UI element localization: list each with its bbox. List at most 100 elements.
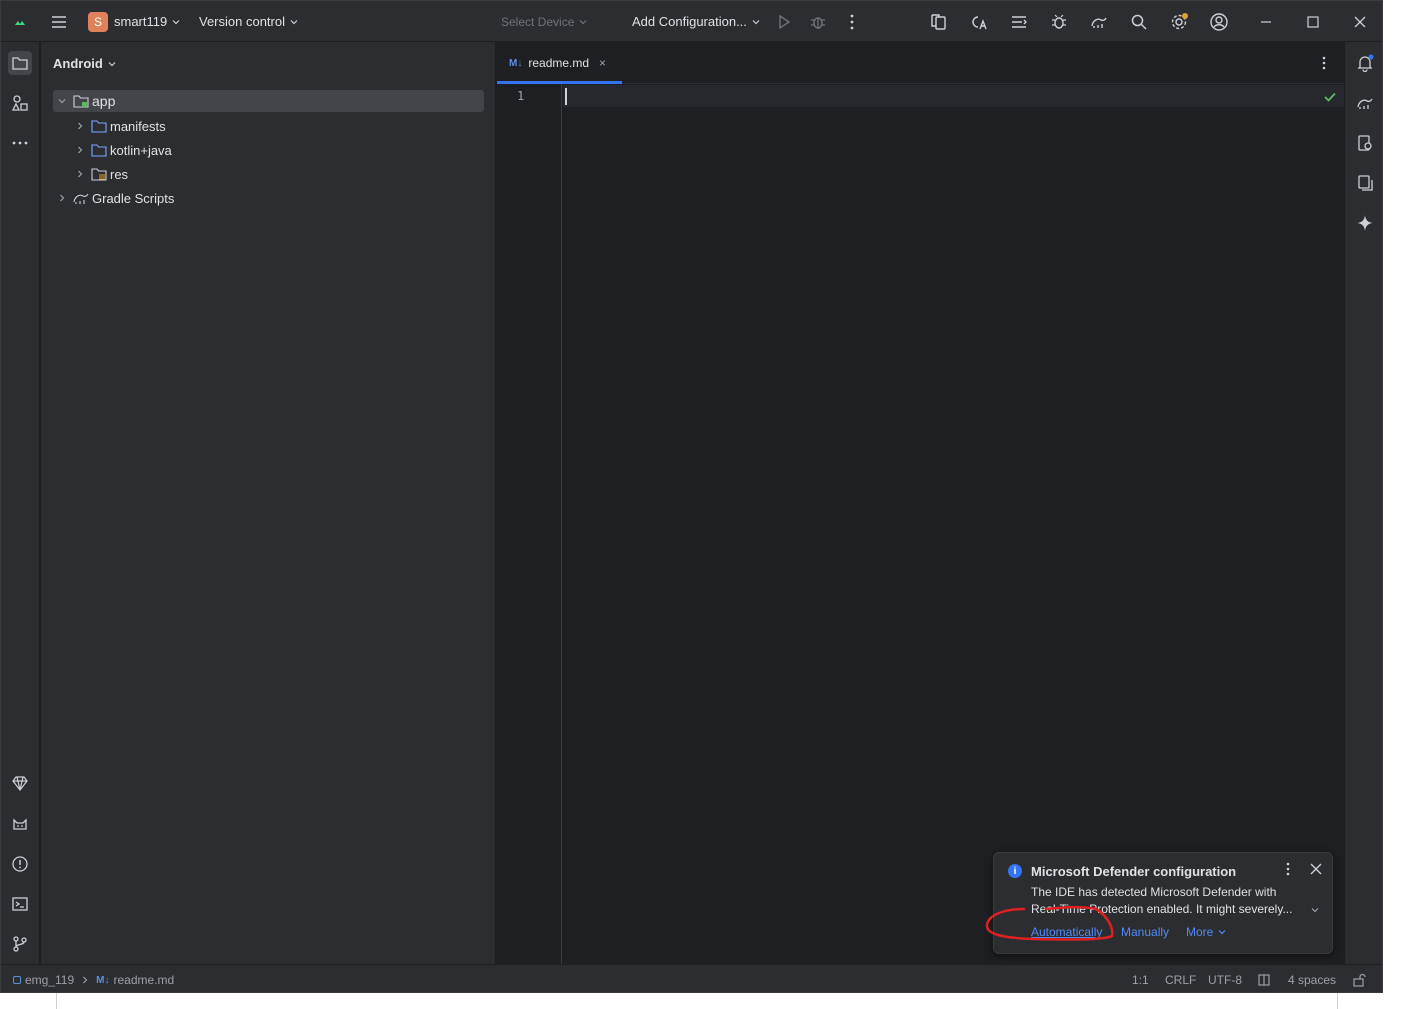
tree-item-label: Gradle Scripts	[92, 190, 175, 206]
search-icon[interactable]	[1127, 10, 1151, 34]
breadcrumb-file[interactable]: readme.md	[114, 973, 175, 987]
module-folder-icon	[73, 94, 89, 108]
main-menu-icon[interactable]	[47, 10, 71, 34]
ide-window: S smart119 Version control Select Device…	[0, 0, 1383, 993]
chevron-right-icon[interactable]	[55, 191, 69, 205]
gradle-sync-icon[interactable]	[1087, 10, 1111, 34]
run-configuration-selector[interactable]: Add Configuration...	[632, 1, 760, 42]
left-tool-stripe	[1, 42, 40, 964]
version-control-label: Version control	[199, 14, 285, 29]
caret-position[interactable]: 1:1	[1132, 965, 1149, 992]
notification-options-icon[interactable]	[1284, 861, 1292, 880]
device-file-explorer-icon[interactable]	[1353, 131, 1377, 155]
tree-item-manifests[interactable]: manifests	[73, 115, 166, 137]
line-separator[interactable]: CRLF	[1165, 965, 1196, 992]
info-icon: i	[1008, 864, 1022, 878]
translations-icon[interactable]	[967, 10, 991, 34]
project-badge: S	[88, 11, 108, 32]
chevron-right-icon[interactable]	[73, 167, 87, 181]
tab-options-icon[interactable]	[1315, 54, 1333, 72]
gradle-icon[interactable]	[1353, 91, 1377, 115]
logcat-icon[interactable]	[8, 812, 32, 836]
debug-icon[interactable]	[806, 10, 830, 34]
status-bar: emg_119 M↓ readme.md 1:1 CRLF UTF-8 4 sp…	[1, 964, 1382, 992]
title-bar: S smart119 Version control Select Device…	[1, 1, 1382, 42]
chevron-down-icon	[579, 19, 587, 24]
chevron-right-icon[interactable]	[73, 119, 87, 133]
tree-item-res[interactable]: res	[73, 163, 128, 185]
reader-mode-icon[interactable]	[1257, 965, 1271, 992]
editor-gutter	[497, 84, 562, 964]
line-number: 1	[517, 89, 525, 103]
chevron-down-icon	[172, 19, 180, 24]
tree-item-kotlin-java[interactable]: kotlin+java	[73, 139, 172, 161]
indent-setting[interactable]: 4 spaces	[1288, 965, 1336, 992]
notifications-bell-icon[interactable]	[1353, 51, 1377, 75]
gem-icon[interactable]	[8, 771, 32, 795]
tree-item-label: res	[110, 166, 129, 182]
close-notification-icon[interactable]	[1308, 861, 1324, 877]
tab-label: readme.md	[528, 56, 590, 70]
tab-readme-md[interactable]: M↓ readme.md ×	[497, 42, 622, 84]
app-inspection-icon[interactable]	[1047, 10, 1071, 34]
device-manager-icon[interactable]	[927, 10, 951, 34]
chevron-down-icon	[752, 19, 760, 24]
chevron-down-icon	[108, 61, 116, 66]
notification-title: Microsoft Defender configuration	[1031, 864, 1237, 879]
run-icon[interactable]	[772, 10, 796, 34]
red-annotation-circle	[985, 905, 1114, 941]
version-control-menu[interactable]: Version control	[199, 1, 298, 42]
account-icon[interactable]	[1207, 10, 1231, 34]
gemini-sparkle-icon[interactable]	[1353, 211, 1377, 235]
close-tab-icon[interactable]: ×	[599, 56, 606, 70]
resource-manager-icon[interactable]	[8, 91, 32, 115]
android-studio-logo-icon[interactable]	[8, 10, 32, 34]
folder-icon	[91, 119, 107, 133]
no-problems-check-icon[interactable]	[1323, 90, 1337, 107]
project-name: smart119	[114, 14, 168, 29]
project-switcher[interactable]: S smart119	[88, 1, 180, 42]
window-edge-line	[56, 993, 57, 1009]
editor-text-area[interactable]	[563, 107, 1344, 964]
running-devices-icon[interactable]	[1353, 171, 1377, 195]
device-selector[interactable]: Select Device	[501, 1, 587, 42]
run-configuration-label: Add Configuration...	[632, 14, 747, 29]
desktop-background	[1383, 0, 1402, 1009]
minimize-icon[interactable]	[1254, 10, 1278, 34]
markdown-file-icon: M↓	[509, 57, 523, 69]
project-view-label: Android	[53, 56, 103, 71]
text-caret	[565, 88, 567, 105]
chevron-down-icon	[290, 19, 298, 24]
unlock-icon[interactable]	[1352, 965, 1366, 992]
file-encoding[interactable]: UTF-8	[1208, 965, 1242, 992]
more-actions-icon[interactable]	[840, 10, 864, 34]
breadcrumb: emg_119 M↓ readme.md	[13, 965, 175, 992]
terminal-icon[interactable]	[8, 892, 32, 916]
maximize-icon[interactable]	[1301, 10, 1325, 34]
close-window-icon[interactable]	[1348, 10, 1372, 34]
git-branch-icon[interactable]	[8, 932, 32, 956]
settings-gear-icon[interactable]	[1167, 10, 1191, 34]
editor-tab-bar: M↓ readme.md ×	[497, 42, 1344, 84]
problems-icon[interactable]	[8, 852, 32, 876]
configure-manually-link[interactable]: Manually	[1121, 925, 1169, 939]
module-icon	[13, 976, 21, 984]
desktop-background-bottom	[0, 993, 1402, 1009]
project-view-selector[interactable]: Android	[53, 56, 116, 71]
chevron-right-icon[interactable]	[73, 143, 87, 157]
folder-icon	[91, 143, 107, 157]
more-actions-link[interactable]: More	[1186, 925, 1226, 939]
code-structure-icon[interactable]	[1007, 10, 1031, 34]
tree-item-gradle-scripts[interactable]: Gradle Scripts	[55, 187, 174, 209]
project-folder-icon[interactable]	[8, 51, 32, 75]
chevron-down-icon	[1218, 930, 1226, 935]
more-tool-windows-icon[interactable]	[8, 131, 32, 155]
resource-folder-icon	[91, 167, 107, 181]
breadcrumb-module[interactable]: emg_119	[25, 973, 74, 987]
expand-notification-icon[interactable]	[1310, 903, 1320, 918]
tree-item-app[interactable]: app	[53, 90, 484, 112]
gradle-elephant-icon	[73, 191, 89, 205]
window-edge-line	[1337, 993, 1338, 1009]
right-tool-stripe	[1344, 42, 1382, 964]
chevron-down-icon[interactable]	[55, 94, 69, 108]
